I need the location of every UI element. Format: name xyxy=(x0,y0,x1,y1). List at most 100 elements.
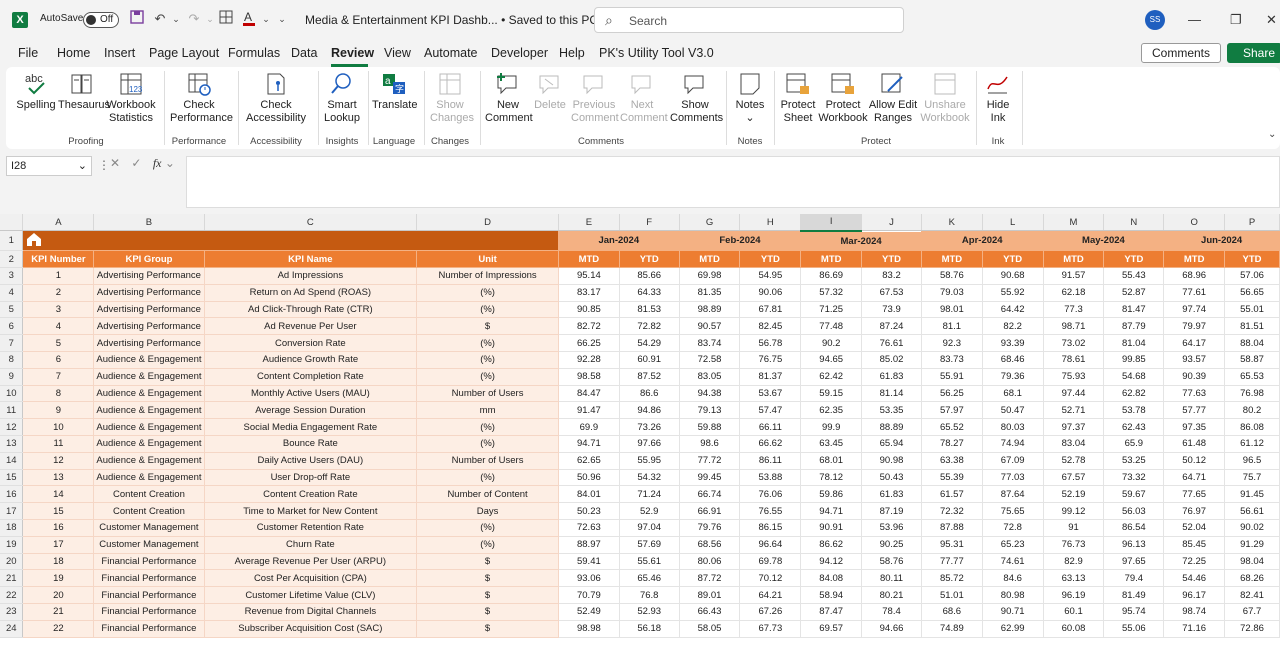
value-cell[interactable]: 68.6 xyxy=(920,603,983,621)
value-cell[interactable]: 53.88 xyxy=(739,468,802,487)
previous-comment-button[interactable]: Previous Comment xyxy=(570,71,619,125)
value-cell[interactable]: 90.71 xyxy=(981,603,1044,621)
value-cell[interactable]: 77.48 xyxy=(800,317,863,336)
value-cell[interactable]: 73.32 xyxy=(1103,468,1165,487)
value-cell[interactable]: 66.74 xyxy=(678,485,741,504)
value-cell[interactable]: 72.58 xyxy=(678,351,741,369)
kpi-group-cell[interactable]: Audience & Engagement xyxy=(93,435,205,453)
row-header[interactable]: 19 xyxy=(0,536,24,554)
unit-cell[interactable]: (%) xyxy=(416,300,559,319)
insert-function-icon[interactable]: fx xyxy=(153,156,162,170)
value-cell[interactable]: 60.1 xyxy=(1042,603,1105,621)
value-cell[interactable]: 64.33 xyxy=(618,283,680,302)
value-cell[interactable]: 68.56 xyxy=(678,535,741,554)
value-cell[interactable]: 86.54 xyxy=(1103,519,1165,537)
column-header-g[interactable]: G xyxy=(679,214,741,232)
value-cell[interactable]: 67.81 xyxy=(739,300,802,319)
value-cell[interactable]: 88.97 xyxy=(557,535,620,554)
check-accessibility-button[interactable]: Check Accessibility xyxy=(242,71,310,125)
value-cell[interactable]: 76.55 xyxy=(739,502,802,521)
value-cell[interactable]: 91.45 xyxy=(1224,485,1280,504)
value-cell[interactable]: 77.63 xyxy=(1163,384,1226,403)
value-cell[interactable]: 62.42 xyxy=(800,367,863,386)
value-cell[interactable]: 71.16 xyxy=(1163,619,1226,638)
kpi-name-cell[interactable]: Audience Growth Rate xyxy=(203,351,418,369)
value-cell[interactable]: 72.8 xyxy=(981,519,1044,537)
value-cell[interactable]: 81.37 xyxy=(739,367,802,386)
value-cell[interactable]: 90.91 xyxy=(800,519,863,537)
value-cell[interactable]: 81.51 xyxy=(1224,317,1280,336)
kpi-group-cell[interactable]: Advertising Performance xyxy=(93,300,205,319)
unit-cell[interactable]: $ xyxy=(416,552,559,571)
kpi-name-cell[interactable]: Revenue from Digital Channels xyxy=(203,603,418,621)
autosave-toggle[interactable]: Off xyxy=(83,12,119,28)
comments-button[interactable]: Comments xyxy=(1141,43,1221,63)
allow-edit-ranges-button[interactable]: Allow Edit Ranges xyxy=(868,71,918,125)
value-cell[interactable]: 76.06 xyxy=(739,485,802,504)
unit-cell[interactable]: (%) xyxy=(416,367,559,386)
value-cell[interactable]: 99.45 xyxy=(678,468,741,487)
kpi-name-cell[interactable]: Daily Active Users (DAU) xyxy=(203,451,418,470)
translate-button[interactable]: a字 Translate xyxy=(372,71,417,112)
kpi-number-cell[interactable]: 3 xyxy=(22,300,95,319)
unit-cell[interactable]: (%) xyxy=(416,351,559,369)
value-cell[interactable]: 63.45 xyxy=(800,435,863,453)
row-header[interactable]: 1 xyxy=(0,230,24,252)
value-cell[interactable]: 64.21 xyxy=(739,586,802,605)
value-cell[interactable]: 86.69 xyxy=(800,267,863,285)
value-cell[interactable]: 84.47 xyxy=(557,384,620,403)
kpi-group-cell[interactable]: Audience & Engagement xyxy=(93,384,205,403)
value-cell[interactable]: 57.32 xyxy=(800,283,863,302)
kpi-name-cell[interactable]: Ad Impressions xyxy=(203,267,418,285)
unit-cell[interactable]: $ xyxy=(416,603,559,621)
value-cell[interactable]: 97.04 xyxy=(618,519,680,537)
value-cell[interactable]: 78.4 xyxy=(861,603,922,621)
kpi-number-cell[interactable]: 4 xyxy=(22,317,95,336)
value-cell[interactable]: 83.04 xyxy=(1042,435,1105,453)
kpi-group-cell[interactable]: Audience & Engagement xyxy=(93,468,205,487)
row-header[interactable]: 14 xyxy=(0,452,24,470)
value-cell[interactable]: 72.86 xyxy=(1224,619,1280,638)
value-cell[interactable]: 99.9 xyxy=(800,418,863,437)
kpi-group-cell[interactable]: Advertising Performance xyxy=(93,283,205,302)
value-cell[interactable]: 53.35 xyxy=(861,401,922,420)
kpi-number-cell[interactable]: 5 xyxy=(22,334,95,353)
value-cell[interactable]: 55.01 xyxy=(1224,300,1280,319)
value-cell[interactable]: 85.66 xyxy=(618,267,680,285)
value-cell[interactable]: 94.86 xyxy=(618,401,680,420)
value-cell[interactable]: 69.98 xyxy=(678,267,741,285)
row-header[interactable]: 2 xyxy=(0,250,24,269)
kpi-number-cell[interactable]: 12 xyxy=(22,451,95,470)
value-cell[interactable]: 60.91 xyxy=(618,351,680,369)
value-cell[interactable]: 65.9 xyxy=(1103,435,1165,453)
value-cell[interactable]: 52.19 xyxy=(1042,485,1105,504)
kpi-group-cell[interactable]: Customer Management xyxy=(93,535,205,554)
value-cell[interactable]: 62.65 xyxy=(557,451,620,470)
row-header[interactable]: 13 xyxy=(0,435,24,453)
column-header-i[interactable]: I xyxy=(800,214,863,232)
enter-icon[interactable]: ✓ xyxy=(131,156,141,170)
protect-workbook-button[interactable]: Protect Workbook xyxy=(818,71,868,125)
value-cell[interactable]: 55.39 xyxy=(920,468,983,487)
value-cell[interactable]: 97.44 xyxy=(1042,384,1105,403)
column-header-k[interactable]: K xyxy=(921,214,983,232)
value-cell[interactable]: 61.83 xyxy=(861,485,922,504)
value-cell[interactable]: 81.14 xyxy=(861,384,922,403)
value-cell[interactable]: 52.71 xyxy=(1042,401,1105,420)
check-performance-button[interactable]: Check Performance xyxy=(168,71,233,125)
tab-review[interactable]: Review xyxy=(331,46,374,60)
column-header-n[interactable]: N xyxy=(1103,214,1165,232)
row-header[interactable]: 8 xyxy=(0,351,24,369)
value-cell[interactable]: 97.74 xyxy=(1163,300,1226,319)
value-cell[interactable]: 77.77 xyxy=(920,552,983,571)
value-cell[interactable]: 90.2 xyxy=(800,334,863,353)
value-cell[interactable]: 65.53 xyxy=(1224,367,1280,386)
cancel-icon[interactable]: ✕ xyxy=(110,156,120,170)
value-cell[interactable]: 52.93 xyxy=(618,603,680,621)
value-cell[interactable]: 90.25 xyxy=(861,535,922,554)
value-cell[interactable]: 76.73 xyxy=(1042,535,1105,554)
value-cell[interactable]: 82.45 xyxy=(739,317,802,336)
customize-qat-icon[interactable]: ⌄ xyxy=(274,10,290,28)
kpi-name-cell[interactable]: Average Session Duration xyxy=(203,401,418,420)
unit-cell[interactable]: Number of Impressions xyxy=(416,267,559,285)
